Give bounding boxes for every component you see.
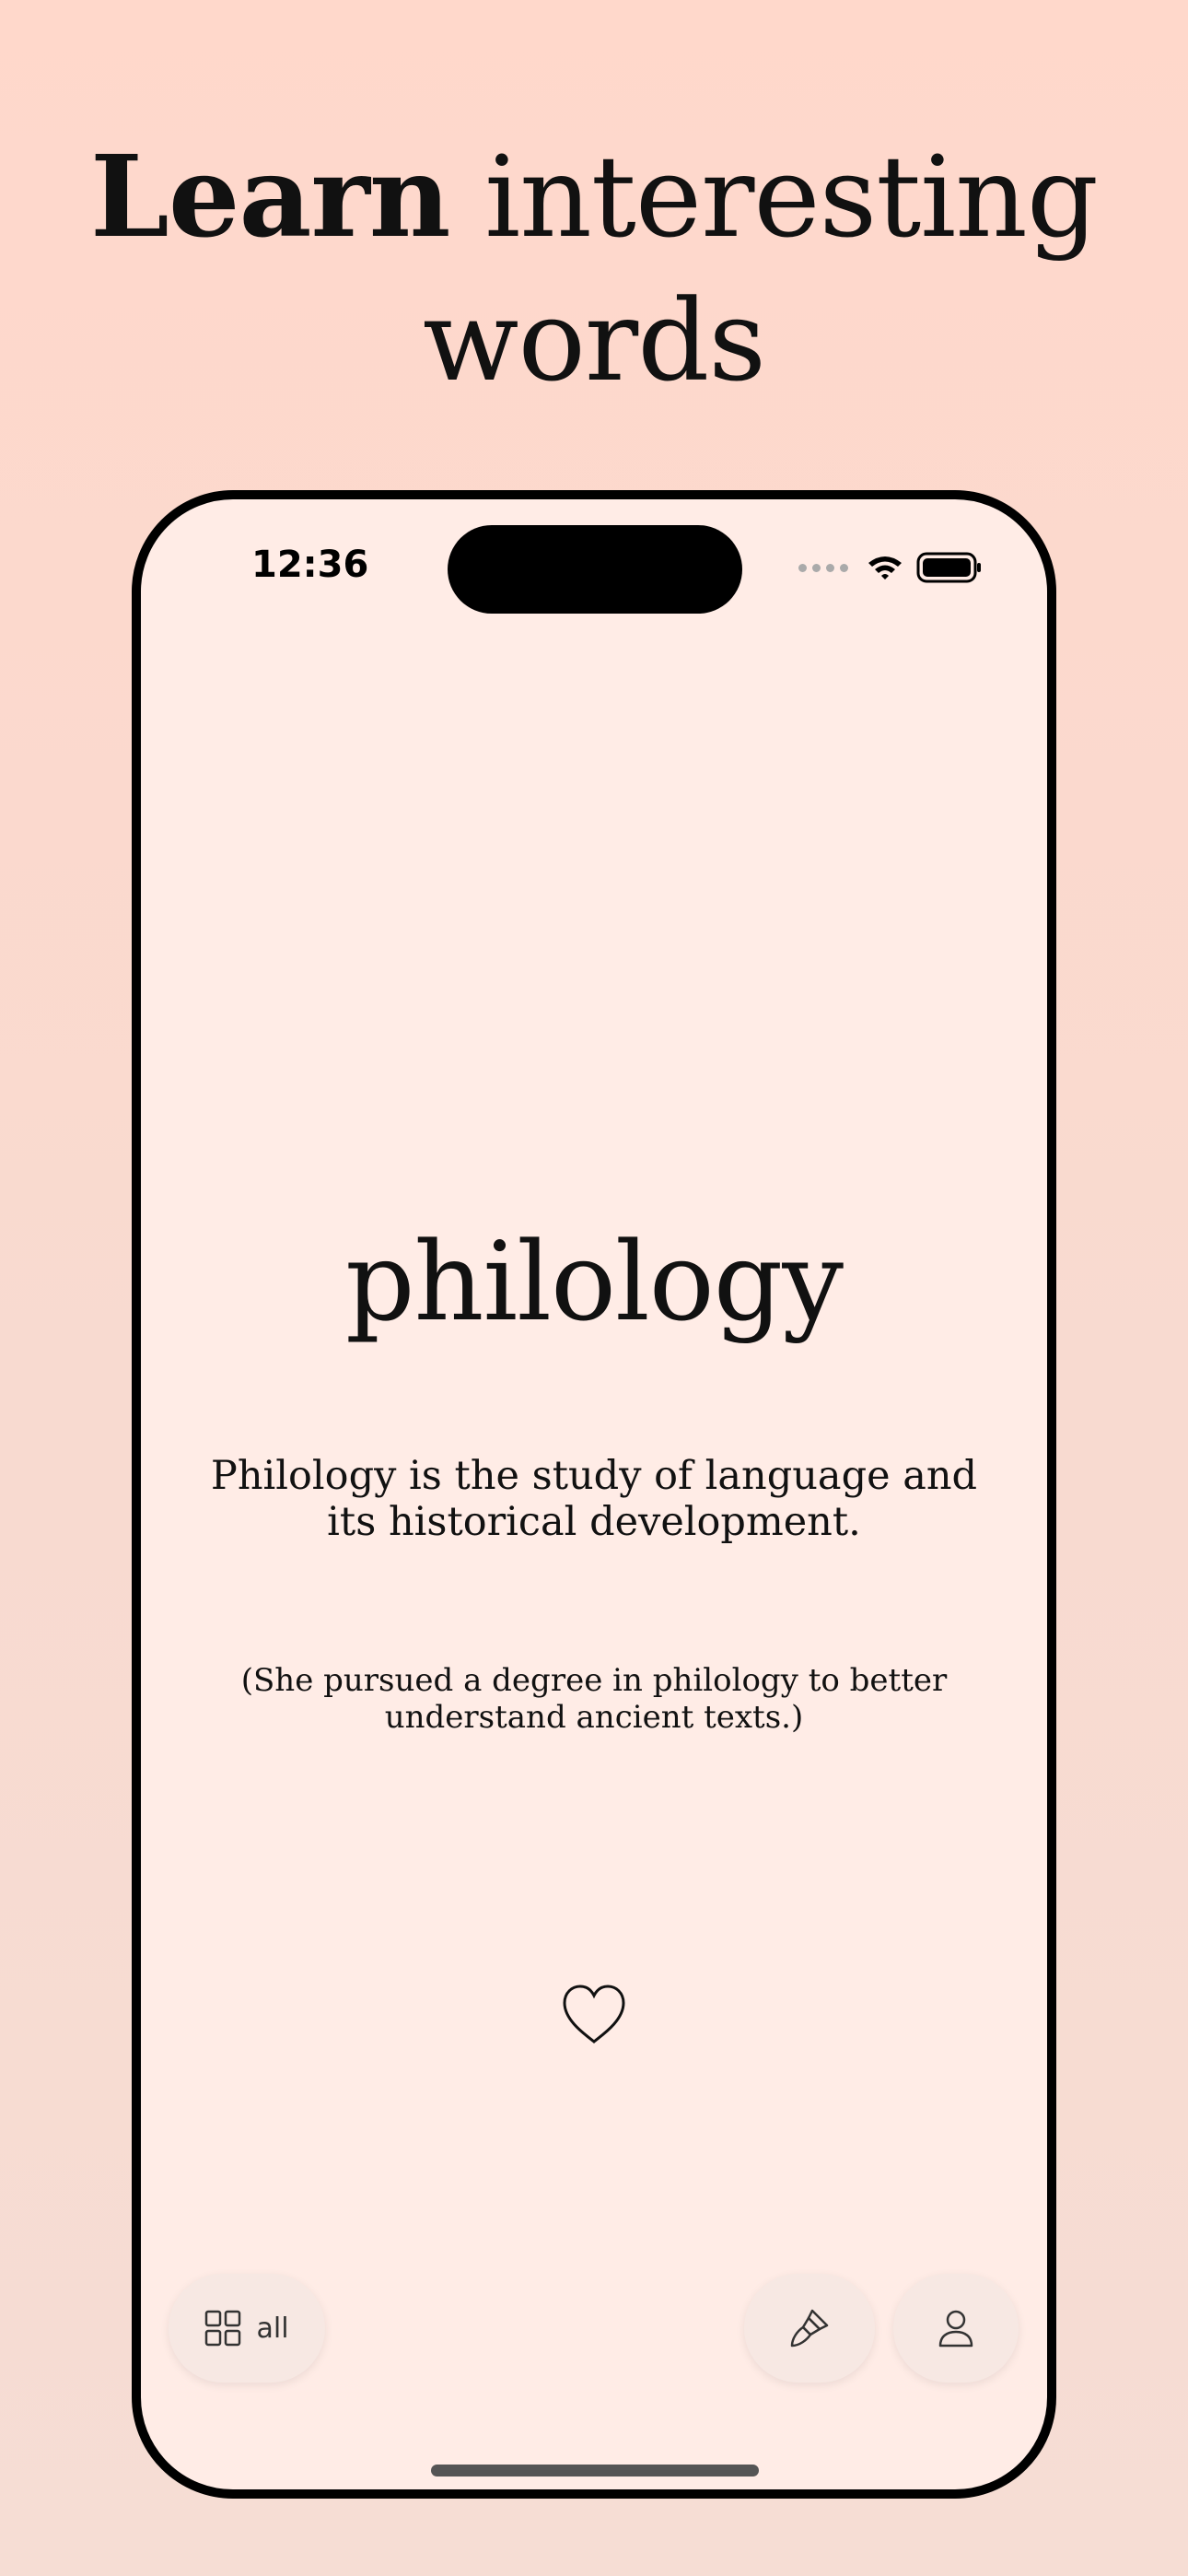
dynamic-island [448,525,742,614]
status-icons [798,549,983,586]
word-title: philology [344,1218,844,1345]
phone-frame: 12:36 philology Philology is the study o… [132,490,1056,2499]
grid-icon [205,2310,241,2347]
brush-icon [790,2309,829,2348]
heart-icon[interactable] [560,1983,628,2047]
categories-button[interactable]: all [169,2274,325,2383]
word-definition: Philology is the study of language and i… [210,1453,978,1545]
categories-label: all [256,2312,289,2345]
battery-icon [916,552,981,583]
headline-line-1: Learn interesting [0,124,1188,269]
headline-line-2: words [423,275,766,406]
cellular-signal-icon [798,563,848,572]
themes-button[interactable] [744,2274,875,2383]
promo-headline: Learn interesting words [0,124,1188,413]
wifi-icon [868,556,902,580]
word-example: (She pursued a degree in philology to be… [240,1662,948,1736]
profile-button[interactable] [893,2274,1019,2383]
headline-bold-word: Learn [90,130,450,263]
home-indicator[interactable] [431,2465,759,2476]
headline-rest: interesting [449,132,1099,263]
status-time: 12:36 [251,544,369,586]
profile-icon [938,2310,973,2348]
